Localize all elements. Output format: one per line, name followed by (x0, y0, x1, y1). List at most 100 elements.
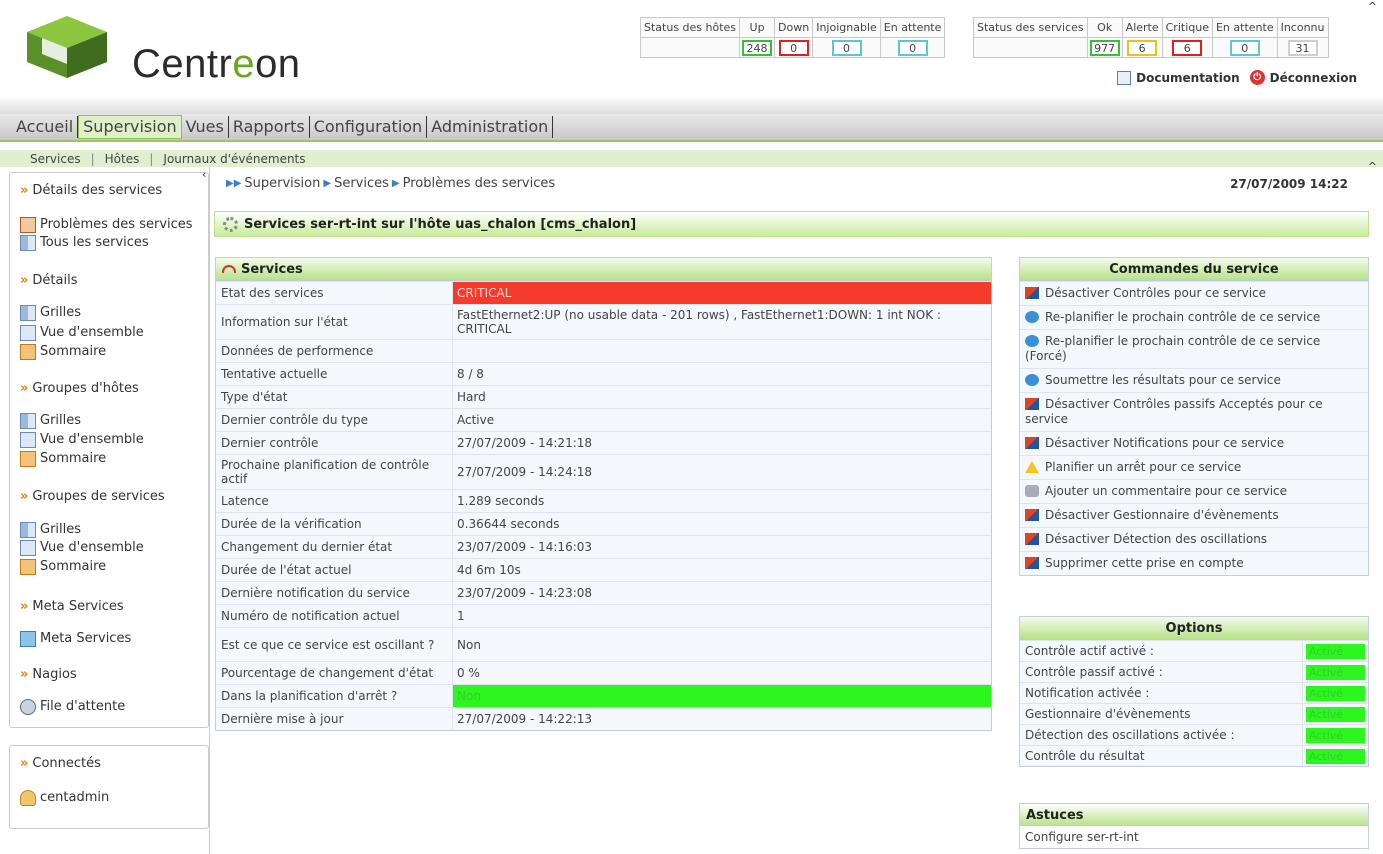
service-command[interactable]: Désactiver Notifications pour ce service (1020, 431, 1368, 455)
connected-panel: » Connectés centadmin (9, 745, 209, 829)
sidebar-section-title[interactable]: » Détails (20, 273, 77, 288)
service-command[interactable]: Planifier un arrêt pour ce service (1020, 455, 1368, 479)
option-status[interactable]: Activé (1303, 641, 1368, 661)
flag-icon (1025, 287, 1039, 299)
service-detail-value: 4d 6m 10s (457, 563, 521, 577)
breadcrumb-separator-icon: ▶ (323, 178, 332, 189)
service-status-count[interactable]: 31 (1276, 37, 1329, 58)
sidebar-item[interactable]: Sommaire (20, 559, 106, 575)
service-status-count[interactable]: 0 (1211, 37, 1278, 58)
menu-accueil[interactable]: Accueil (12, 116, 79, 138)
sidebar-item-icon (20, 522, 36, 538)
service-status-count-value: 0 (1229, 39, 1260, 56)
host-status-count[interactable]: 0 (774, 37, 814, 58)
service-detail-value: Active (457, 413, 495, 427)
connected-user[interactable]: centadmin (20, 790, 109, 806)
sidebar-item-icon (20, 631, 36, 647)
sidebar-item[interactable]: Grilles (20, 305, 81, 321)
option-status[interactable]: Activé (1303, 725, 1368, 745)
service-detail-key: Information sur l'état (216, 305, 453, 339)
sidebar-item[interactable]: Tous les services (20, 235, 149, 251)
sidebar-item-label: Meta Services (40, 631, 132, 646)
option-status[interactable]: Activé (1303, 704, 1368, 724)
service-command[interactable]: Désactiver Gestionnaire d'évènements (1020, 503, 1368, 527)
service-detail-key: Etat des services (216, 282, 453, 304)
sidebar-section-title[interactable]: » Groupes de services (20, 489, 165, 504)
service-command-label: Supprimer cette prise en compte (1045, 556, 1244, 570)
options-panel-header: Options (1020, 617, 1368, 640)
submenu-item[interactable]: Services (20, 152, 91, 166)
menu-supervision[interactable]: Supervision (78, 115, 182, 139)
host-status-count[interactable]: 0 (879, 37, 946, 58)
service-status-count[interactable]: 977 (1086, 37, 1123, 58)
host-status-count[interactable]: 0 (812, 37, 881, 58)
service-status-header: Status des services (973, 17, 1088, 38)
submenu-item[interactable]: Journaux d'événements (153, 152, 315, 166)
service-command[interactable]: Désactiver Contrôles pour ce service (1020, 281, 1368, 305)
sidebar-section-title[interactable]: » Meta Services (20, 599, 124, 614)
sidebar-item-icon (20, 217, 36, 233)
sidebar-item-label: Grilles (40, 522, 82, 537)
page-title-bar: Services ser-rt-int sur l'hôte uas_chalo… (214, 211, 1369, 237)
sidebar-item[interactable]: Vue d'ensemble (20, 325, 144, 341)
header: Centreon Status des hôtes Up Down Injoignab… (0, 0, 1383, 96)
collapse-header-icon[interactable]: ^ (1368, 0, 1377, 13)
service-status-count[interactable]: 6 (1121, 37, 1163, 58)
sidebar-section-title[interactable]: » Nagios (20, 667, 77, 682)
service-command-label: Désactiver Notifications pour ce service (1045, 436, 1285, 450)
sidebar-section-title[interactable]: » Détails des services (20, 183, 162, 198)
service-command[interactable]: Supprimer cette prise en compte (1020, 551, 1368, 575)
service-command[interactable]: Soumettre les résultats pour ce service (1020, 368, 1368, 392)
option-status[interactable]: Activé (1303, 662, 1368, 682)
flag-icon (1025, 557, 1039, 569)
commands-panel-header: Commandes du service (1020, 258, 1368, 281)
centreon-logo[interactable]: Centreon (22, 14, 342, 86)
service-command[interactable]: Re-planifier le prochain contrôle de ce … (1020, 329, 1368, 368)
menu-configuration[interactable]: Configuration (310, 116, 428, 138)
sidebar-item[interactable]: Vue d'ensemble (20, 432, 144, 448)
option-label: Détection des oscillations activée : (1020, 725, 1303, 745)
sidebar-item[interactable]: File d'attente (20, 699, 125, 715)
option-status-badge: Activé (1306, 748, 1365, 764)
option-status[interactable]: Activé (1303, 746, 1368, 766)
service-detail-row: Changement du dernier état 23/07/2009 - 1… (216, 535, 991, 558)
sidebar-item[interactable]: Vue d'ensemble (20, 540, 144, 556)
sidebar-item[interactable]: Meta Services (20, 631, 131, 647)
service-detail-value (453, 340, 991, 362)
host-status-count-value: 0 (778, 39, 809, 56)
sidebar-item[interactable]: Problèmes des services (20, 217, 193, 233)
sidebar-section-title[interactable]: » Groupes d'hôtes (20, 381, 139, 396)
option-status[interactable]: Activé (1303, 683, 1368, 703)
option-row: Gestionnaire d'évènements Activé (1020, 703, 1368, 724)
menu-rapports[interactable]: Rapports (229, 116, 310, 138)
option-status-badge: Activé (1306, 643, 1365, 659)
service-command-label: Soumettre les résultats pour ce service (1045, 373, 1281, 387)
sidebar-item-icon (20, 305, 36, 321)
breadcrumb-item[interactable]: Services (334, 176, 389, 191)
breadcrumb-item[interactable]: Problèmes des services (403, 176, 556, 191)
sidebar-item[interactable]: Sommaire (20, 344, 106, 360)
sidebar-item[interactable]: Sommaire (20, 451, 106, 467)
collapse-sidebar-icon[interactable]: ‹ (202, 168, 206, 181)
service-command[interactable]: Re-planifier le prochain contrôle de ce … (1020, 305, 1368, 329)
host-status-count[interactable]: 248 (739, 37, 776, 58)
menu-administration[interactable]: Administration (427, 116, 554, 138)
service-status-count-value: 6 (1127, 39, 1158, 56)
tips-text[interactable]: Configure ser-rt-int (1020, 826, 1368, 848)
breadcrumb-home-icon: ▶▶ (226, 178, 242, 189)
service-status-count[interactable]: 6 (1161, 37, 1213, 58)
service-command-label: Re-planifier le prochain contrôle de ce … (1025, 334, 1321, 363)
service-detail-value: CRITICAL (453, 282, 991, 304)
logout-link[interactable]: ⏻ Déconnexion (1249, 70, 1357, 85)
service-command[interactable]: Désactiver Détection des oscillations (1020, 527, 1368, 551)
collapse-content-icon[interactable]: ^ (1368, 160, 1377, 173)
sidebar-item[interactable]: Grilles (20, 413, 81, 429)
service-status-header: En attente (1211, 17, 1278, 38)
breadcrumb-item[interactable]: Supervision (244, 176, 320, 191)
service-command[interactable]: Ajouter un commentaire pour ce service (1020, 479, 1368, 503)
documentation-link[interactable]: Documentation (1117, 70, 1240, 85)
submenu-item[interactable]: Hôtes (95, 152, 150, 166)
menu-vues[interactable]: Vues (182, 116, 229, 138)
sidebar-item[interactable]: Grilles (20, 522, 81, 538)
service-command[interactable]: Désactiver Contrôles passifs Acceptés po… (1020, 392, 1368, 431)
